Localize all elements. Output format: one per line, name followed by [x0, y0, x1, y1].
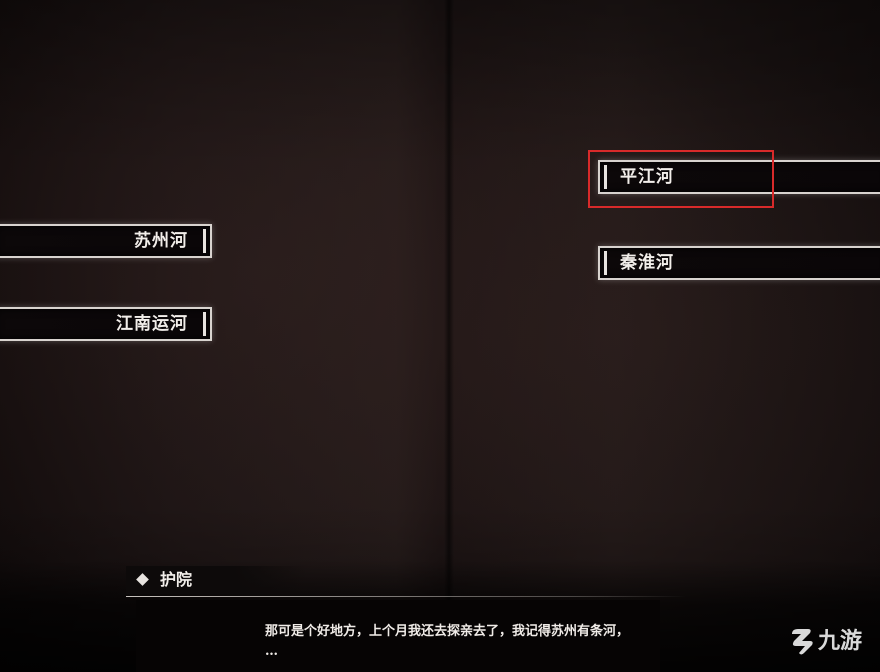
speaker-nameplate: 护院: [126, 566, 306, 594]
speaker-name: 护院: [160, 570, 193, 589]
highlight-annotation-box: [588, 150, 774, 208]
choice-suzhou-river[interactable]: 苏州河: [0, 224, 212, 258]
choice-jiangnan-canal[interactable]: 江南运河: [0, 307, 212, 341]
choice-label: 秦淮河: [620, 253, 674, 273]
watermark-text: 九游: [818, 629, 863, 654]
background-pillar: [444, 0, 454, 600]
choice-qinhuai-river[interactable]: 秦淮河: [598, 246, 880, 280]
choice-label: 苏州河: [134, 231, 188, 251]
dialog-divider: [126, 596, 686, 597]
choice-label: 江南运河: [116, 314, 188, 334]
diamond-icon: [136, 573, 149, 586]
jiuyou-logo-icon: [792, 629, 813, 655]
dialog-text: 那可是个好地方，上个月我还去探亲去了，我记得苏州有条河， …: [265, 624, 630, 659]
